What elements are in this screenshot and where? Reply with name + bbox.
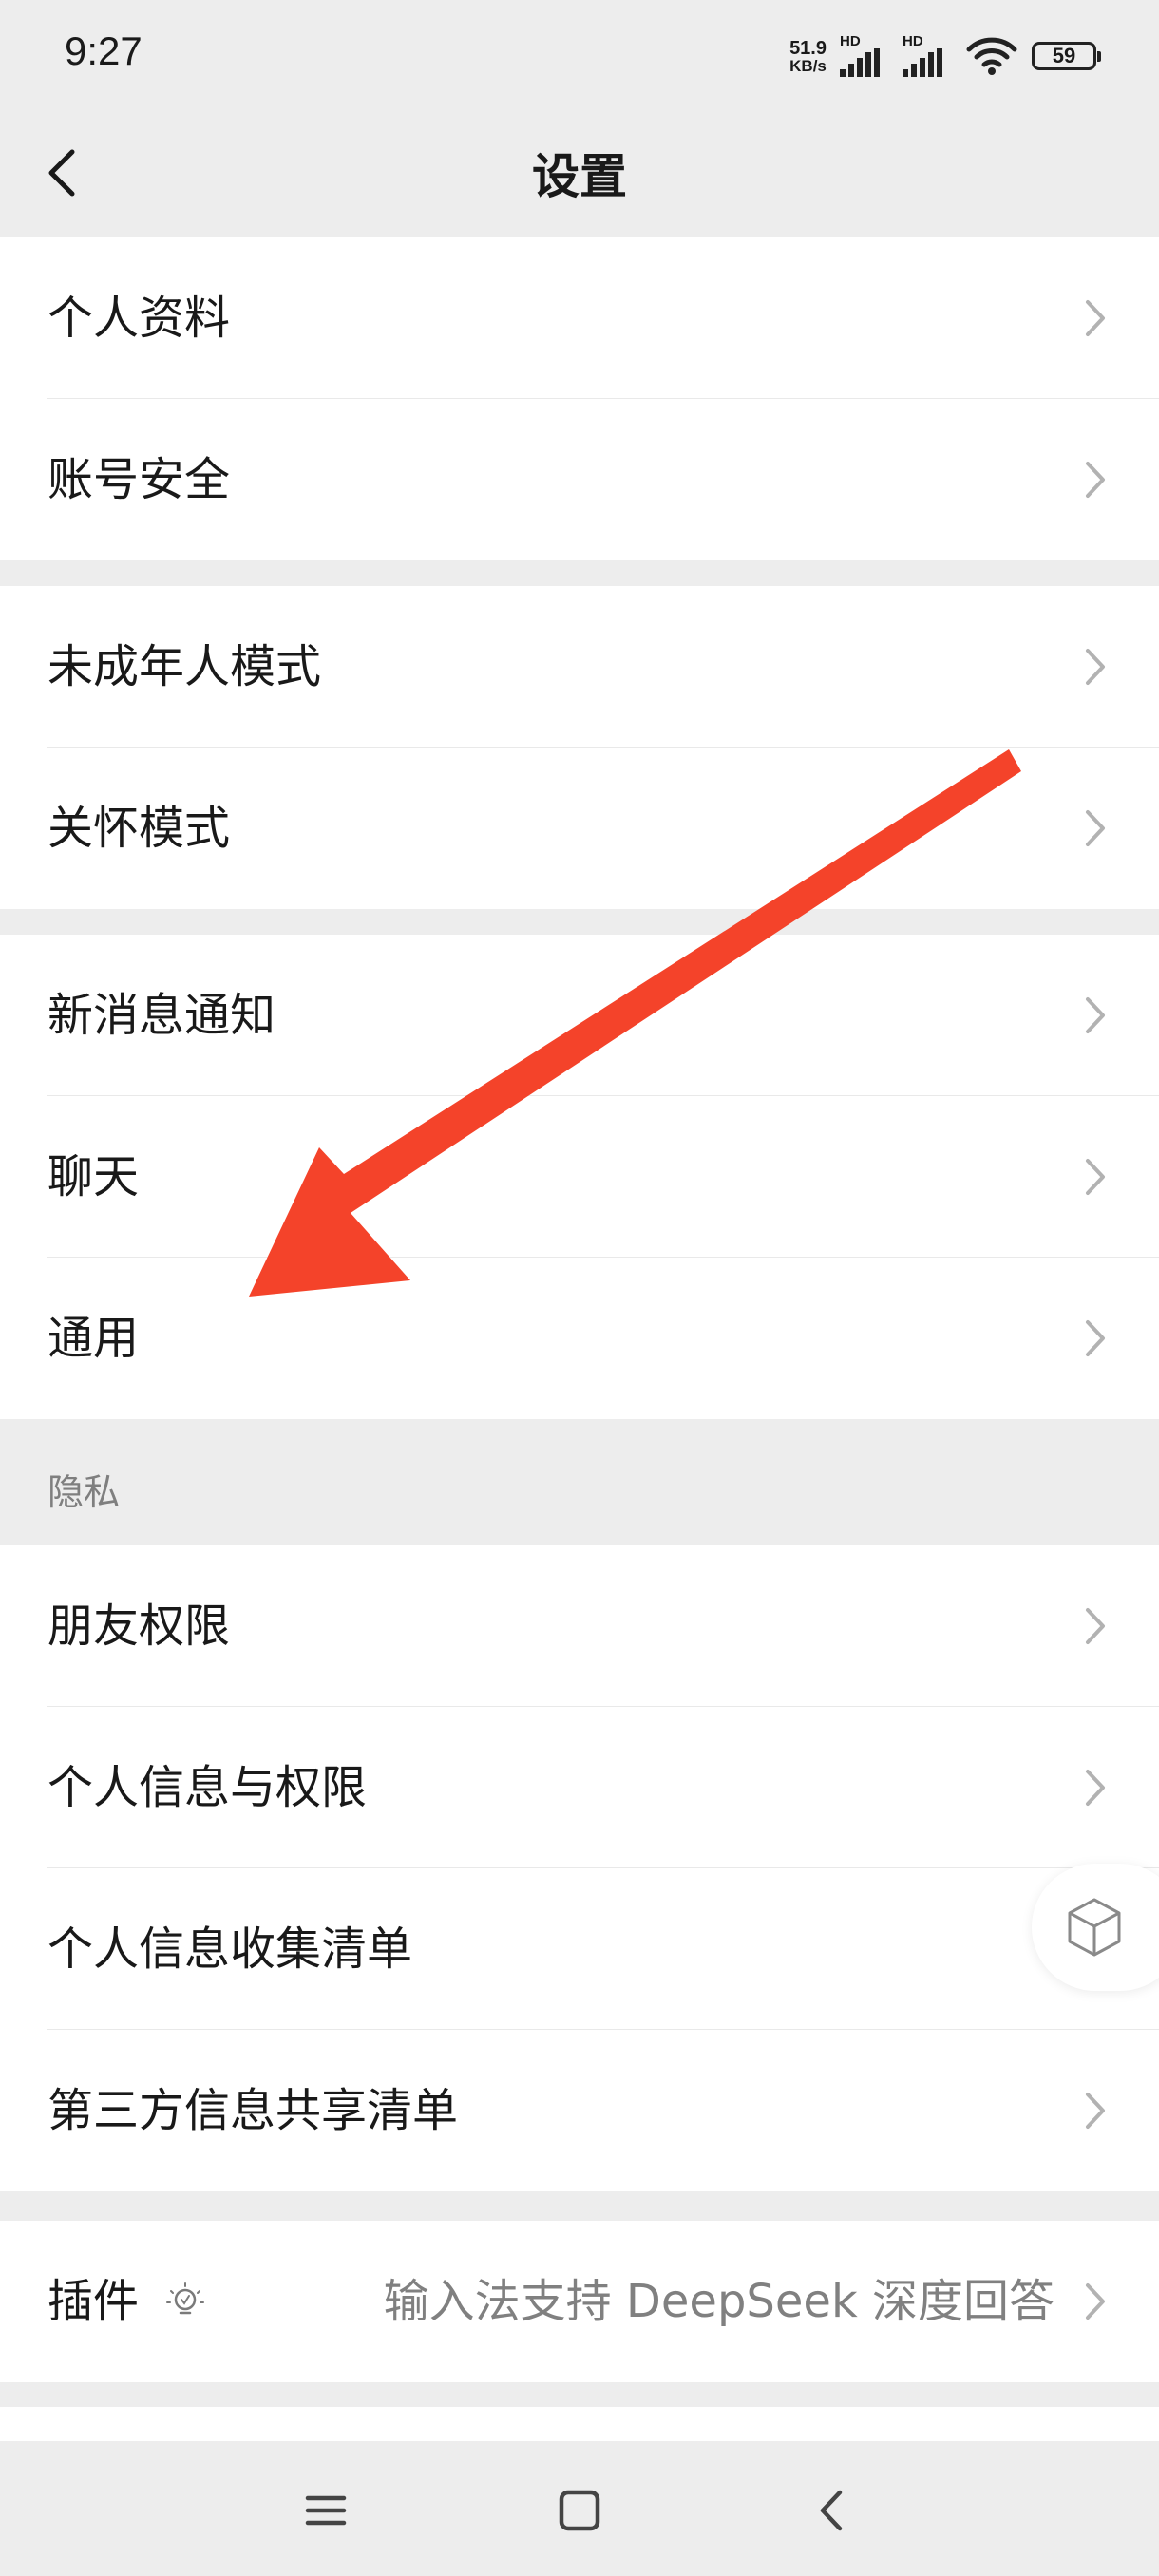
settings-item-label: 朋友权限: [48, 1600, 231, 1653]
status-icons: 51.9 KB/s HD HD 59: [789, 32, 1101, 80]
wifi-icon: [966, 37, 1017, 75]
section-header-privacy: 隐私: [48, 1471, 121, 1513]
settings-item-label: 个人资料: [48, 292, 231, 345]
plugins-subtitle: 输入法支持 DeepSeek 深度回答: [383, 2275, 1054, 2328]
settings-item-label: 聊天: [48, 1150, 140, 1203]
system-navigation-bar: [0, 2441, 1159, 2576]
system-menu-button[interactable]: [293, 2477, 359, 2544]
cube-icon: [1068, 1898, 1121, 1957]
settings-item-label: 插件: [48, 2275, 140, 2328]
floating-cube-button[interactable]: [1032, 1864, 1159, 1991]
system-home-button[interactable]: [546, 2477, 613, 2544]
settings-item-label: 关怀模式: [48, 802, 231, 855]
settings-item-care-mode[interactable]: 关怀模式: [0, 748, 1159, 909]
settings-item-label: 账号安全: [48, 453, 231, 506]
settings-item-chat[interactable]: 聊天: [0, 1096, 1159, 1258]
settings-group-account: 个人资料 账号安全: [0, 237, 1159, 560]
system-back-button[interactable]: [798, 2477, 864, 2544]
home-square-icon: [559, 2490, 600, 2531]
sim1-hd-label: HD: [840, 33, 861, 49]
settings-group-next: [0, 2407, 1159, 2441]
navigation-bar: 设置: [0, 114, 1159, 237]
network-speed: 51.9 KB/s: [789, 39, 826, 74]
signal-2: HD: [902, 33, 952, 77]
chevron-right-icon: [1086, 649, 1105, 685]
settings-item-label: 个人信息收集清单: [48, 1923, 413, 1976]
network-speed-value: 51.9: [789, 37, 826, 59]
signal-1: HD: [840, 33, 889, 77]
settings-item-label: 新消息通知: [48, 989, 276, 1042]
settings-item-friend-permissions[interactable]: 朋友权限: [0, 1545, 1159, 1707]
status-time: 9:27: [65, 28, 142, 73]
battery-indicator: 59: [1032, 42, 1101, 70]
sim2-hd-label: HD: [902, 33, 923, 49]
status-bar: 9:27 51.9 KB/s HD HD 59: [0, 0, 1159, 114]
page-title: 设置: [532, 149, 627, 204]
chevron-right-icon: [1086, 300, 1105, 336]
settings-item-profile[interactable]: 个人资料: [0, 237, 1159, 399]
settings-item-notifications[interactable]: 新消息通知: [0, 935, 1159, 1096]
settings-group-general: 新消息通知 聊天 通用: [0, 935, 1159, 1419]
chevron-right-icon: [1086, 997, 1105, 1033]
chevron-right-icon: [1086, 1320, 1105, 1356]
settings-group-plugins: 插件 输入法支持 DeepSeek 深度回答: [0, 2221, 1159, 2382]
chevron-right-icon: [1086, 1159, 1105, 1195]
network-speed-unit: KB/s: [789, 56, 826, 75]
settings-item-plugins[interactable]: 插件 输入法支持 DeepSeek 深度回答: [0, 2221, 1159, 2382]
chevron-right-icon: [1086, 810, 1105, 846]
settings-item-personal-info-permissions[interactable]: 个人信息与权限: [0, 1707, 1159, 1868]
signal-bars-icon: [902, 48, 942, 77]
chevron-right-icon: [1086, 462, 1105, 498]
settings-item-label: 通用: [48, 1312, 140, 1365]
settings-item-label: 个人信息与权限: [48, 1761, 368, 1814]
signal-bars-icon: [840, 48, 880, 77]
settings-item-label: 第三方信息共享清单: [48, 2084, 459, 2137]
battery-level: 59: [1052, 44, 1076, 67]
settings-item-general[interactable]: 通用: [0, 1258, 1159, 1419]
settings-item-account-security[interactable]: 账号安全: [0, 399, 1159, 560]
chevron-right-icon: [1086, 2283, 1105, 2320]
settings-item-personal-info-collection-list[interactable]: 个人信息收集清单: [0, 1868, 1159, 2030]
settings-item-teen-mode[interactable]: 未成年人模式: [0, 586, 1159, 748]
settings-group-privacy: 朋友权限 个人信息与权限 个人信息收集清单 第三方信息共享清单: [0, 1545, 1159, 2191]
chevron-right-icon: [1086, 2093, 1105, 2129]
back-triangle-icon: [820, 2490, 843, 2531]
settings-group-modes: 未成年人模式 关怀模式: [0, 586, 1159, 909]
menu-icon: [305, 2495, 347, 2526]
settings-item-third-party-sharing-list[interactable]: 第三方信息共享清单: [0, 2030, 1159, 2191]
chevron-right-icon: [1086, 1770, 1105, 1806]
lightbulb-icon: [166, 2282, 204, 2315]
settings-item-label: 未成年人模式: [48, 640, 322, 693]
chevron-right-icon: [1086, 1608, 1105, 1644]
